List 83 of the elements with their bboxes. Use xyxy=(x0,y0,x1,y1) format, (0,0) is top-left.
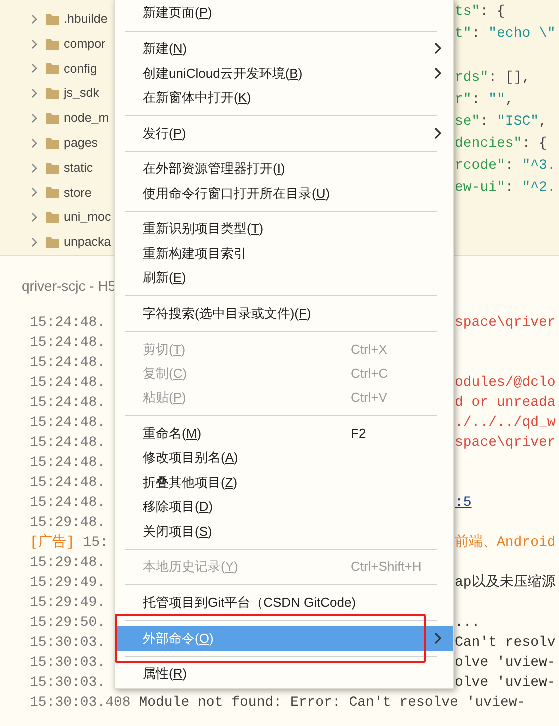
folder-icon xyxy=(46,212,59,224)
menu-item[interactable]: 折叠其他项目(Z) xyxy=(115,470,453,495)
log-message: 前端、Android xyxy=(455,534,556,553)
timestamp: 15:24:48. xyxy=(30,435,106,451)
timestamp: 15:24:48. xyxy=(30,495,106,511)
log-message: ./../../qd_w xyxy=(455,414,556,433)
menu-item[interactable]: 在外部资源管理器打开(I) xyxy=(115,156,453,182)
code-line: t": "echo \" xyxy=(455,26,556,42)
code-line: ew-ui": "^2. xyxy=(455,180,556,196)
log-message: odules/@dclo xyxy=(455,374,556,393)
folder-name[interactable]: node_m xyxy=(64,109,110,128)
menu-item[interactable]: 重新识别项目类型(T) xyxy=(115,216,453,242)
timestamp: 15:29:49. xyxy=(30,595,106,611)
log-message: ap以及未压缩源 xyxy=(455,573,556,593)
timestamp: 15:29:48. xyxy=(30,515,106,531)
folder-icon xyxy=(46,138,59,149)
log-message: space\qriver xyxy=(455,434,556,453)
code-line: rds": [], xyxy=(455,70,531,86)
timestamp: 15:30:03. xyxy=(30,635,106,651)
timestamp: 15:24:48. xyxy=(30,355,106,371)
log-message: ... xyxy=(455,614,480,633)
log-line-text: 15:30:03.408 Module not found: Error: Can't resolve 'uview- xyxy=(29,694,526,713)
timestamp: 15:30:03. xyxy=(30,655,106,671)
log-link[interactable]: :5 xyxy=(455,493,472,513)
menu-item[interactable]: 创建uniCloud云开发环境(B) xyxy=(115,61,453,86)
menu-item[interactable]: 新建(N) xyxy=(115,36,453,62)
folder-icon xyxy=(46,38,59,50)
menu-item[interactable]: 刷新(E) xyxy=(115,266,453,290)
menu-item[interactable]: 属性(R) xyxy=(115,662,453,686)
folder-icon xyxy=(46,63,59,74)
timestamp: 15:24:48. xyxy=(30,415,106,431)
timestamp: 15:30:03. xyxy=(30,675,106,691)
menu-item[interactable]: 重新构建项目索引 xyxy=(115,241,453,266)
menu-item[interactable]: 关闭项目(S) xyxy=(115,519,453,544)
code-line: ts": { xyxy=(455,4,506,20)
log-message: d or unreada xyxy=(455,394,556,413)
timestamp: 15:29:48. xyxy=(30,555,106,571)
folder-icon xyxy=(46,187,59,198)
folder-icon xyxy=(46,88,59,100)
shortcut-label: Ctrl+C xyxy=(351,364,388,383)
code-line: dencies": { xyxy=(455,136,548,152)
log-message: space\qriver xyxy=(455,314,556,333)
code-line: r": "", xyxy=(455,92,514,108)
folder-icon xyxy=(46,14,59,25)
menu-item[interactable]: 使用命令行窗口打开所在目录(U) xyxy=(115,181,453,206)
menu-item[interactable]: 重命名(M) F2 xyxy=(115,422,453,446)
shortcut-label: F2 xyxy=(351,424,366,443)
folder-name[interactable]: uni_moc xyxy=(64,208,112,228)
timestamp: 15:29:49. xyxy=(30,575,106,591)
shortcut-label: Ctrl+Shift+H xyxy=(351,558,422,576)
folder-name[interactable]: compor xyxy=(64,34,106,54)
timestamp: 15:29:50. xyxy=(30,615,106,631)
timestamp: [广告] 15: xyxy=(30,535,108,551)
timestamp: 15:24:48. xyxy=(30,475,106,491)
code-line: se": "ISC", xyxy=(455,114,548,130)
log-message: olve 'uview- xyxy=(455,674,556,693)
folder-name[interactable]: config xyxy=(64,60,98,78)
timestamp: 15:24:48. xyxy=(30,315,106,331)
shortcut-label: Ctrl+V xyxy=(351,389,388,408)
folder-name[interactable]: unpacka xyxy=(64,233,112,252)
folder-name[interactable]: pages xyxy=(64,134,98,153)
log-message: olve 'uview- xyxy=(455,654,556,673)
timestamp: 15:24:48. xyxy=(30,335,106,351)
folder-name[interactable]: store xyxy=(64,184,92,202)
shortcut-label: Ctrl+X xyxy=(351,340,388,359)
folder-icon xyxy=(46,162,59,174)
menu-item[interactable]: 发行(P) xyxy=(115,121,453,146)
folder-icon xyxy=(46,113,59,124)
menu-item[interactable]: 字符搜索(选中目录或文件)(F) xyxy=(115,301,453,326)
timestamp: 15:24:48. xyxy=(30,375,106,391)
code-line: rcode": "^3. xyxy=(455,158,556,174)
timestamp: 15:24:48. xyxy=(30,395,106,411)
folder-name[interactable]: js_sdk xyxy=(64,84,100,104)
menu-item[interactable]: 新建页面(P) xyxy=(115,1,453,26)
menu-item[interactable]: 修改项目别名(A) xyxy=(115,446,453,470)
log-message: Can't resolv xyxy=(455,634,556,653)
folder-name[interactable]: .hbuilde xyxy=(64,10,108,29)
menu-item[interactable]: 在新窗体中打开(K) xyxy=(115,85,453,110)
folder-name[interactable]: static xyxy=(64,158,94,178)
menu-item[interactable]: 托管项目到Git平台（CSDN GitCode) xyxy=(115,590,453,615)
timestamp: 15:24:48. xyxy=(30,455,106,471)
folder-icon xyxy=(46,237,59,248)
menu-item[interactable]: 移除项目(D) xyxy=(115,494,453,520)
